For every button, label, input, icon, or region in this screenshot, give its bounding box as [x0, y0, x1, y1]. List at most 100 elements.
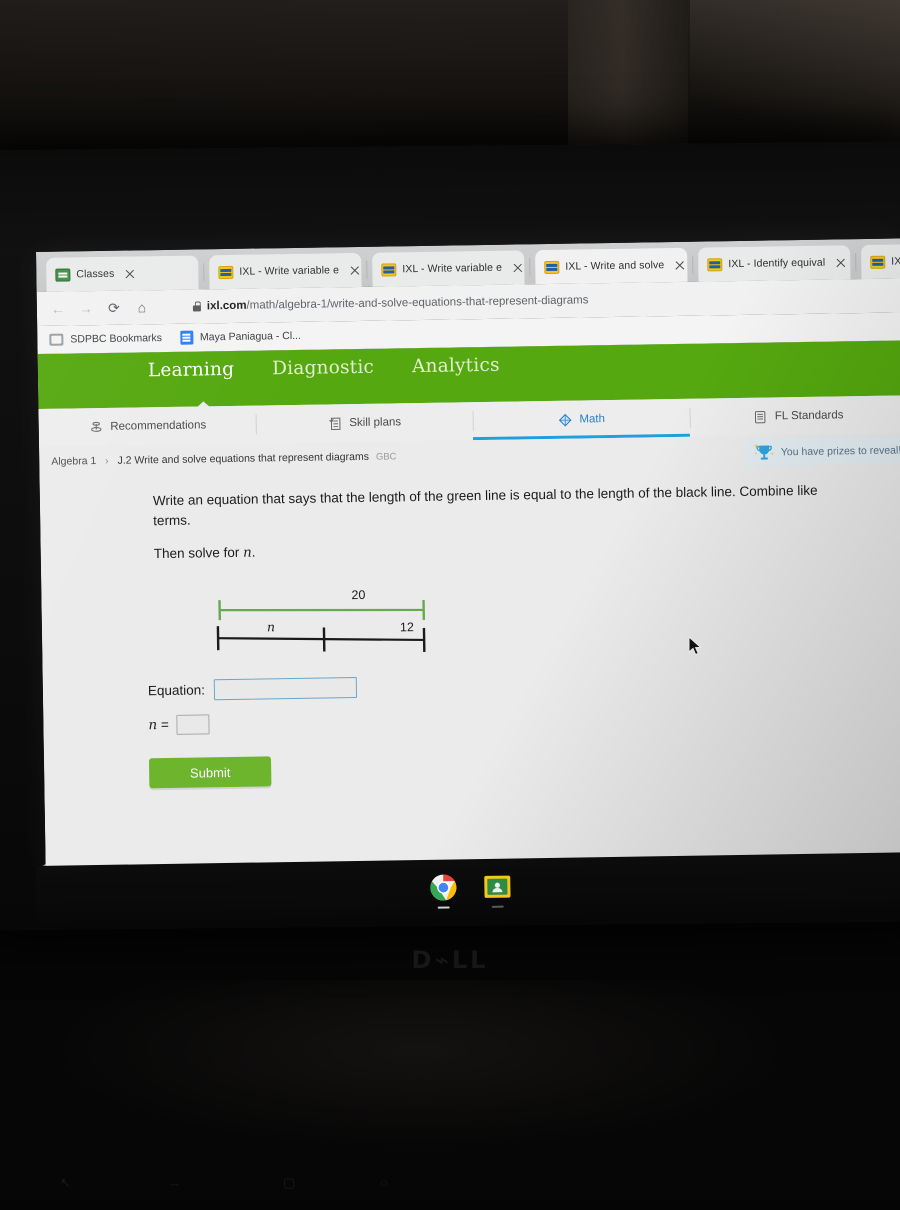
google-classroom-icon[interactable] [483, 873, 511, 901]
black-line [218, 635, 424, 643]
black-segment-n-label: n [267, 619, 275, 634]
keyboard-row: → ▢ ○ ↖ [0, 1175, 900, 1200]
reload-button[interactable]: ⟳ [101, 295, 127, 321]
green-line-label: 20 [351, 588, 365, 602]
chrome-running-indicator [438, 907, 450, 909]
equation-label: Equation: [148, 682, 205, 698]
back-button[interactable]: ← [45, 295, 71, 321]
forward-button[interactable]: → [73, 295, 99, 321]
subnav-item-skill-plans[interactable]: Skill plans [255, 402, 473, 443]
subnav-label: Math [579, 413, 605, 425]
ixl-main-nav: Learning Diagnostic Analytics [148, 355, 500, 382]
classroom-icon [55, 268, 70, 281]
bookmark-label: Maya Paniagua - Cl... [200, 330, 301, 344]
nav-item-analytics[interactable]: Analytics [412, 355, 500, 377]
equation-input[interactable] [214, 677, 357, 700]
bookmark-label: SDPBC Bookmarks [70, 332, 162, 345]
close-icon[interactable] [347, 262, 362, 277]
browser-tab-identify-equivalent[interactable]: IXL - Identify equival [698, 245, 851, 281]
green-line [220, 607, 424, 613]
question-area: Write an equation that says that the len… [40, 463, 900, 872]
tab-divider [203, 263, 204, 281]
n-label: n = [148, 717, 169, 733]
doc-icon [180, 331, 193, 345]
ixl-icon [707, 258, 722, 271]
nav-item-learning[interactable]: Learning [148, 359, 235, 381]
subnav-label: Recommendations [110, 419, 206, 433]
url-text: ixl.com/math/algebra-1/write-and-solve-e… [207, 294, 589, 312]
close-icon[interactable] [833, 255, 848, 270]
home-button[interactable]: ⌂ [129, 294, 155, 320]
tab-title: IXL - Write variable e [239, 264, 339, 278]
close-icon[interactable] [510, 260, 525, 275]
recommendations-icon [88, 419, 103, 434]
ixl-icon [544, 260, 559, 273]
ixl-icon [870, 255, 885, 268]
key-glyph-arrow: → [168, 1175, 181, 1190]
mouse-cursor [688, 636, 704, 658]
key-glyph-caret: ↖ [60, 1175, 71, 1191]
key-glyph-circle: ○ [380, 1175, 388, 1190]
tab-title: IXL - Identify equival [728, 257, 825, 271]
question-text: Write an equation that says that the len… [153, 481, 834, 532]
breadcrumb-skill: J.2 Write and solve equations that repre… [117, 451, 369, 467]
submit-button[interactable]: Submit [149, 756, 271, 788]
solve-prefix: Then solve for [154, 545, 244, 561]
breadcrumb-course[interactable]: Algebra 1 [51, 455, 96, 468]
bar-diagram: 20 n 12 [151, 572, 482, 657]
chrome-icon[interactable] [429, 873, 457, 901]
lock-icon [193, 301, 201, 311]
browser-tab-ixl-partial[interactable]: IXL [861, 244, 900, 279]
tab-title: IXL - Write and solve [565, 259, 664, 273]
subnav-item-recommendations[interactable]: Recommendations [38, 406, 256, 447]
solve-suffix: . [252, 545, 256, 560]
breadcrumb-skill-code: GBC [376, 451, 397, 462]
tab-divider [692, 256, 693, 274]
browser-tab-write-variable-2[interactable]: IXL - Write variable e [372, 250, 525, 286]
browser-tab-write-and-solve[interactable]: IXL - Write and solve [535, 248, 688, 284]
subnav-label: FL Standards [775, 409, 844, 422]
math-icon [557, 412, 572, 427]
folder-icon [49, 334, 63, 346]
equation-row: Equation: [148, 677, 357, 701]
browser-tab-write-variable-1[interactable]: IXL - Write variable e [209, 253, 362, 289]
skill-plans-icon [327, 416, 342, 431]
key-glyph-box: ▢ [283, 1175, 295, 1191]
nav-item-diagnostic[interactable]: Diagnostic [272, 357, 374, 380]
question-solve-instruction: Then solve for n. [154, 545, 256, 563]
ixl-page: Learning Diagnostic Analytics Recommenda… [38, 340, 900, 872]
prizes-label: You have prizes to reveal! [781, 444, 900, 458]
tab-divider [855, 253, 856, 271]
ixl-icon [218, 265, 233, 278]
trophy-icon [753, 442, 775, 462]
dell-brand-logo: D⌁LL [0, 946, 900, 974]
n-value-row: n = [148, 714, 210, 735]
tab-title: IXL - Write variable e [402, 262, 502, 276]
browser-tab-classes[interactable]: Classes [46, 255, 199, 291]
tab-divider [366, 261, 367, 279]
prizes-banner[interactable]: You have prizes to reveal! [745, 436, 900, 467]
tab-title: Classes [76, 268, 114, 281]
ixl-icon [381, 263, 396, 276]
close-icon[interactable] [672, 257, 687, 272]
tab-title: IXL [891, 255, 900, 267]
standards-icon [753, 409, 768, 424]
tab-divider [529, 258, 530, 276]
n-input[interactable] [177, 714, 210, 735]
solve-variable: n [243, 545, 252, 561]
subnav-item-fl-standards[interactable]: FL Standards [689, 395, 900, 436]
bookmark-sdpbc[interactable]: SDPBC Bookmarks [49, 332, 162, 346]
chevron-right-icon: › [105, 455, 109, 466]
close-icon[interactable] [122, 266, 137, 281]
screen-bezel-top [0, 142, 900, 255]
n-variable: n [148, 717, 157, 733]
bookmark-maya-paniagua[interactable]: Maya Paniagua - Cl... [180, 329, 301, 345]
black-segment-12-label: 12 [400, 620, 414, 634]
browser-window: Classes IXL - Write variable e IXL - Wri… [36, 238, 900, 872]
classroom-running-indicator [492, 906, 504, 908]
url-path: /math/algebra-1/write-and-solve-equation… [246, 294, 588, 311]
diagram-svg [151, 572, 482, 657]
url-domain: ixl.com [207, 300, 247, 313]
subnav-item-math[interactable]: Math [472, 399, 690, 440]
subnav-label: Skill plans [349, 416, 401, 429]
